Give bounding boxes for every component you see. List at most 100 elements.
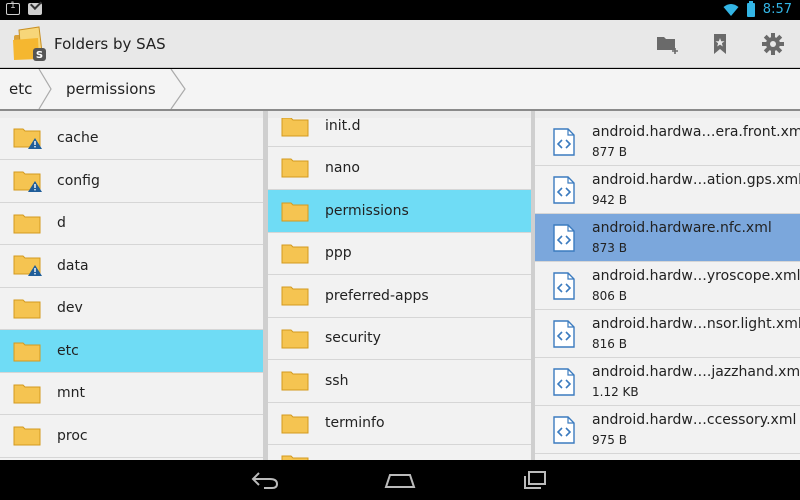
file-size: 1.12 KB [592, 385, 639, 399]
folder-icon [281, 455, 309, 460]
folder-row-partial[interactable] [268, 445, 531, 460]
breadcrumb-separator-icon [170, 69, 186, 109]
folder-row-data[interactable]: data [0, 245, 263, 288]
breadcrumb-item-etc[interactable]: etc [9, 69, 32, 109]
folder-warning-icon [13, 171, 42, 192]
folder-icon [281, 244, 309, 264]
file-size: 873 B [592, 241, 627, 255]
folder-label: ssh [325, 373, 349, 389]
folder-row-init-d[interactable]: init.d [268, 118, 531, 147]
folder-warning-icon [13, 255, 42, 276]
folder-label: cache [57, 130, 99, 146]
file-name: android.hardw…ccessory.xml [592, 412, 797, 428]
recents-icon [524, 471, 546, 489]
folder-row-etc[interactable]: etc [0, 330, 263, 373]
file-size: 806 B [592, 289, 627, 303]
folder-icon [281, 158, 309, 178]
folder-icon [13, 342, 41, 362]
clock: 8:57 [762, 2, 792, 17]
action-bar: S Folders by SAS [0, 20, 800, 68]
file-name: android.hardw…nsor.light.xml [592, 316, 800, 332]
recents-button[interactable] [515, 468, 555, 492]
folder-pane-root: cache config d data dev etc mnt proc [0, 118, 263, 460]
folder-label: permissions [325, 203, 409, 219]
back-icon [251, 472, 279, 489]
folder-label: proc [57, 428, 88, 444]
back-button[interactable] [245, 468, 285, 492]
folder-icon [281, 371, 309, 391]
folder-icon [13, 299, 41, 319]
folder-row-nano[interactable]: nano [268, 147, 531, 190]
breadcrumb-item-permissions[interactable]: permissions [66, 69, 156, 109]
xml-file-icon [553, 128, 575, 156]
home-button[interactable] [380, 468, 420, 492]
breadcrumb-separator-icon [38, 69, 52, 109]
folder-icon [281, 329, 309, 349]
file-name: android.hardware.nfc.xml [592, 220, 772, 236]
file-size: 816 B [592, 337, 627, 351]
pane-top-gap [0, 111, 800, 118]
folder-icon [13, 426, 41, 446]
file-row[interactable]: android.hardw….jazzhand.xml 1.12 KB [535, 358, 800, 406]
folder-row-terminfo[interactable]: terminfo [268, 403, 531, 445]
file-row[interactable]: android.hardw…ccessory.xml 975 B [535, 406, 800, 454]
xml-file-icon [553, 224, 575, 252]
folder-row-dev[interactable]: dev [0, 288, 263, 330]
folder-icon [13, 384, 41, 404]
file-size: 877 B [592, 145, 627, 159]
folder-row-security[interactable]: security [268, 318, 531, 360]
folder-label: mnt [57, 385, 85, 401]
svg-text:S: S [36, 50, 43, 61]
folder-row-d[interactable]: d [0, 203, 263, 245]
settings-icon [762, 33, 784, 55]
folder-label: init.d [325, 118, 361, 134]
file-pane-permissions: android.hardwa…era.front.xml 877 B andro… [535, 118, 800, 460]
file-row-selected[interactable]: android.hardware.nfc.xml 873 B [535, 214, 800, 262]
file-name: android.hardw…ation.gps.xml [592, 172, 800, 188]
status-bar: 8:57 [0, 0, 800, 20]
folder-icon [281, 286, 309, 306]
folder-row-permissions[interactable]: permissions [268, 190, 531, 233]
breadcrumb: etc permissions [0, 69, 800, 111]
settings-button[interactable] [759, 30, 787, 58]
folder-row-proc[interactable]: proc [0, 415, 263, 458]
file-row[interactable]: android.hardw…ation.gps.xml 942 B [535, 166, 800, 214]
file-name: android.hardwa…era.front.xml [592, 124, 800, 140]
system-nav-bar [0, 460, 800, 500]
folder-row-mnt[interactable]: mnt [0, 373, 263, 415]
folder-icon [281, 202, 309, 222]
file-row[interactable]: android.hardw…nsor.light.xml 816 B [535, 310, 800, 358]
xml-file-icon [553, 176, 575, 204]
folder-label: preferred-apps [325, 288, 429, 304]
folder-label: nano [325, 160, 360, 176]
app-title: Folders by SAS [54, 35, 166, 53]
folder-icon [281, 118, 309, 137]
file-size: 942 B [592, 193, 627, 207]
folder-icon [281, 414, 309, 434]
folder-warning-icon [13, 128, 42, 149]
file-name: android.hardw…yroscope.xml [592, 268, 800, 284]
app-logo-icon[interactable]: S [11, 26, 47, 62]
folder-label: d [57, 215, 66, 231]
folder-row-cache[interactable]: cache [0, 118, 263, 160]
bookmark-button[interactable] [706, 30, 734, 58]
file-row[interactable]: android.hardwa…era.front.xml 877 B [535, 118, 800, 166]
folder-row-ssh[interactable]: ssh [268, 360, 531, 403]
home-icon [384, 474, 416, 488]
folder-label: dev [57, 300, 83, 316]
xml-file-icon [553, 272, 575, 300]
folder-row-preferred-apps[interactable]: preferred-apps [268, 275, 531, 318]
xml-file-icon [553, 416, 575, 444]
new-folder-button[interactable] [654, 30, 682, 58]
folder-label: security [325, 330, 381, 346]
folder-pane-etc: init.d nano permissions ppp preferred-ap… [268, 118, 531, 460]
wifi-icon [723, 3, 739, 16]
xml-file-icon [553, 320, 575, 348]
folder-row-config[interactable]: config [0, 160, 263, 203]
folder-label: data [57, 258, 89, 274]
bookmark-icon [714, 34, 726, 54]
gmail-icon [28, 3, 42, 15]
folder-row-ppp[interactable]: ppp [268, 233, 531, 275]
file-row[interactable]: android.hardw…yroscope.xml 806 B [535, 262, 800, 310]
folder-label: terminfo [325, 415, 385, 431]
